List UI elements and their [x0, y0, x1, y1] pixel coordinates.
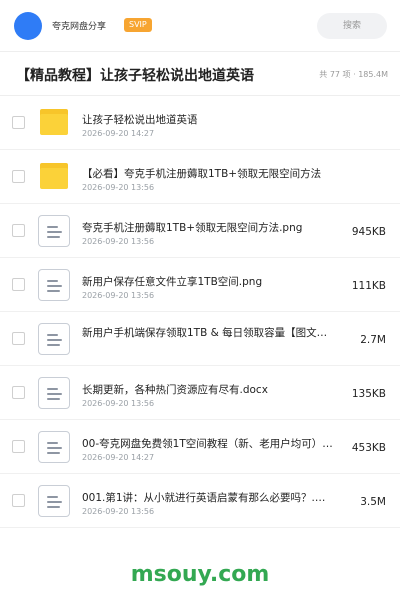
select-checkbox[interactable]: [12, 278, 25, 291]
select-checkbox[interactable]: [12, 116, 25, 129]
select-checkbox[interactable]: [12, 494, 25, 507]
select-checkbox[interactable]: [12, 332, 25, 345]
file-size: 111KB: [351, 280, 386, 292]
search-button[interactable]: 搜索: [317, 13, 387, 39]
document-icon: [38, 323, 70, 355]
file-name: 让孩子轻松说出地道英语: [82, 114, 198, 126]
file-name: 【必看】夸克手机注册薅取1TB+领取无限空间方法: [82, 168, 322, 180]
file-date: 2026-09-20 13:56: [82, 399, 155, 408]
file-name: 001.第1讲：从小就进行英语启蒙有那么必要吗？.…: [82, 492, 326, 504]
document-icon: [38, 485, 70, 517]
folder-icon: [40, 163, 68, 189]
file-name: 新用户手机端保存领取1TB & 每日领取容量【图文…: [82, 327, 328, 339]
file-size: 2.7M: [360, 334, 386, 346]
file-date: 2026-09-20 13:56: [82, 291, 155, 300]
list-item[interactable]: 让孩子轻松说出地道英语 2026-09-20 14:27: [0, 96, 400, 150]
file-size: 135KB: [351, 388, 386, 400]
page-title: 【精品教程】让孩子轻松说出地道英语: [16, 68, 254, 84]
list-item[interactable]: 长期更新，各种热门资源应有尽有.docx 2026-09-20 13:56 135K…: [0, 366, 400, 420]
file-name: 00-夸克网盘免费领1T空间教程（新、老用户均可）…: [82, 438, 333, 450]
file-date: 2026-09-20 13:56: [82, 183, 155, 192]
document-icon: [38, 431, 70, 463]
share-meta: 共 77 项 · 185.4M: [319, 70, 388, 79]
top-bar: 夸克网盘分享 SVIP 搜索: [0, 0, 400, 52]
select-checkbox[interactable]: [12, 386, 25, 399]
file-size: 3.5M: [360, 496, 386, 508]
file-size: 453KB: [351, 442, 386, 454]
file-name: 长期更新，各种热门资源应有尽有.docx: [82, 384, 268, 396]
folder-icon: [40, 109, 68, 135]
document-icon: [38, 269, 70, 301]
document-icon: [38, 377, 70, 409]
file-name: 新用户保存任意文件立享1TB空间.png: [82, 276, 263, 288]
watermark-logo: msouy.com: [130, 562, 270, 587]
file-name: 夸克手机注册薅取1TB+领取无限空间方法.png: [82, 222, 303, 234]
list-item[interactable]: 001.第1讲：从小就进行英语启蒙有那么必要吗？.… 2026-09-20 13:…: [0, 474, 400, 528]
file-list: 让孩子轻松说出地道英语 2026-09-20 14:27 【必看】夸克手机注册薅取1…: [0, 96, 400, 528]
list-item[interactable]: 新用户保存任意文件立享1TB空间.png 2026-09-20 13:56 111K…: [0, 258, 400, 312]
file-date: 2026-09-20 14:27: [82, 453, 155, 462]
file-date: 2026-09-20 14:27: [82, 129, 155, 138]
file-date: 2026-09-20 13:56: [82, 237, 155, 246]
avatar[interactable]: [14, 12, 42, 40]
select-checkbox[interactable]: [12, 170, 25, 183]
list-item[interactable]: 【必看】夸克手机注册薅取1TB+领取无限空间方法 2026-09-20 13:56: [0, 150, 400, 204]
file-date: 2026-09-20 13:56: [82, 507, 155, 516]
document-icon: [38, 215, 70, 247]
file-size: 945KB: [351, 226, 386, 238]
svip-badge: SVIP: [124, 18, 152, 32]
shop-name[interactable]: 夸克网盘分享: [52, 19, 106, 32]
list-item[interactable]: 00-夸克网盘免费领1T空间教程（新、老用户均可）… 2026-09-20 14:…: [0, 420, 400, 474]
list-item[interactable]: 新用户手机端保存领取1TB & 每日领取容量【图文… 2.7M: [0, 312, 400, 366]
share-title-row: 【精品教程】让孩子轻松说出地道英语 共 77 项 · 185.4M: [0, 52, 400, 96]
select-checkbox[interactable]: [12, 224, 25, 237]
list-item[interactable]: 夸克手机注册薅取1TB+领取无限空间方法.png 2026-09-20 13:56…: [0, 204, 400, 258]
select-checkbox[interactable]: [12, 440, 25, 453]
